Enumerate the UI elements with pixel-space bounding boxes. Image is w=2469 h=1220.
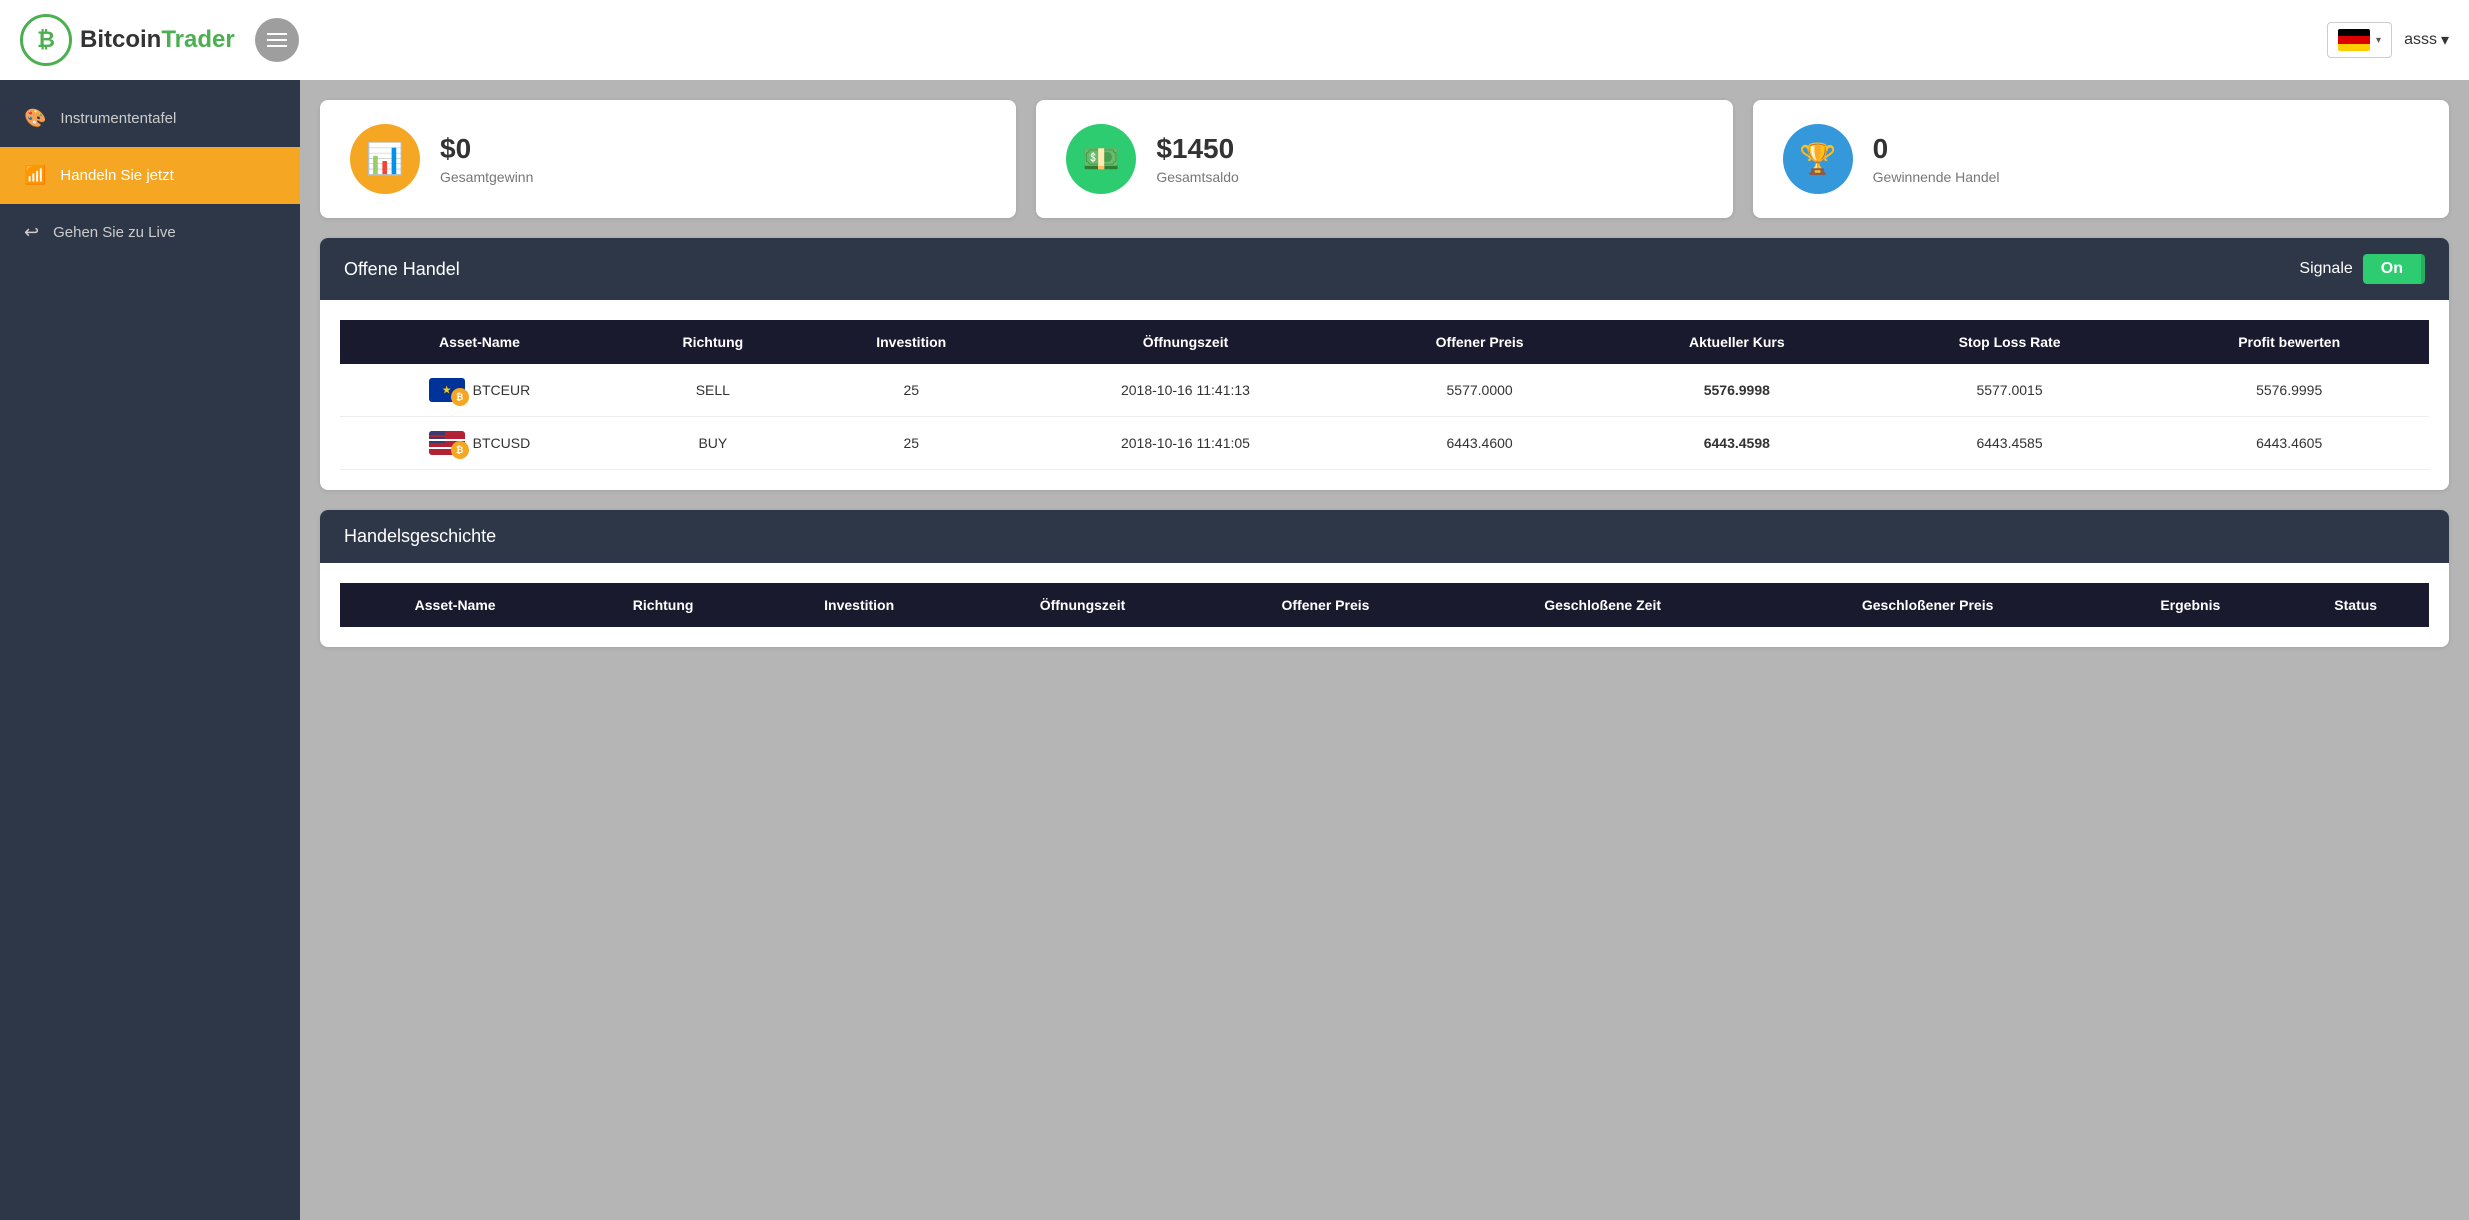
main-content: 📊 $0 Gesamtgewinn 💵 $1450 Gesamtsaldo 🏆 … [300,80,2469,1220]
cell-rate-btceur: 5576.9998 [1604,364,1870,417]
palette-icon: 🎨 [24,108,46,129]
stat-label-gesamtsaldo: Gesamtsaldo [1156,169,1238,185]
logo: ₿ BitcoinTrader [20,14,235,66]
open-trades-table: Asset-Name Richtung Investition Öffnungs… [340,320,2429,470]
sidebar-item-instrumententafel[interactable]: 🎨 Instrumententafel [0,90,300,147]
asset-name-btceur: BTCEUR [473,382,531,398]
sidebar-label-instrumententafel: Instrumententafel [60,110,176,127]
username: asss [2404,31,2437,49]
cell-openprice-btceur: 5577.0000 [1355,364,1604,417]
signals-label: Signale [2299,260,2352,278]
cell-inv-btcusd: 25 [807,417,1016,470]
col-stop-loss: Stop Loss Rate [1870,320,2150,364]
sidebar-label-live: Gehen Sie zu Live [53,224,176,241]
open-trades-table-container: Asset-Name Richtung Investition Öffnungs… [320,300,2449,490]
stat-label-gewinnende: Gewinnende Handel [1873,169,2000,185]
col-richtung: Richtung [619,320,807,364]
hist-col-richtung: Richtung [570,583,756,627]
stat-info-gesamtgewinn: $0 Gesamtgewinn [440,133,533,185]
stats-icon-gewinnende: 🏆 [1783,124,1853,194]
trade-history-title: Handelsgeschichte [344,526,496,547]
wifi-icon: 📶 [24,165,46,186]
hist-col-asset: Asset-Name [340,583,570,627]
stat-card-gesamtgewinn: 📊 $0 Gesamtgewinn [320,100,1016,218]
hist-col-status: Status [2282,583,2429,627]
table-row: ★ ₿ BTCEUR SELL 25 2018-10-16 11:41:13 [340,364,2429,417]
header: ₿ BitcoinTrader ▾ asss ▾ [0,0,2469,80]
app-body: 🎨 Instrumententafel 📶 Handeln Sie jetzt … [0,80,2469,1220]
table-row: ₿ BTCUSD BUY 25 2018-10-16 11:41:05 6443… [340,417,2429,470]
stat-value-gewinnende: 0 [1873,133,2000,165]
sidebar-item-handeln[interactable]: 📶 Handeln Sie jetzt [0,147,300,204]
cell-stoploss-btceur: 5577.0015 [1870,364,2150,417]
cell-time-btcusd: 2018-10-16 11:41:05 [1016,417,1356,470]
lang-chevron-icon: ▾ [2376,35,2381,46]
open-trades-header-row: Asset-Name Richtung Investition Öffnungs… [340,320,2429,364]
cell-asset-btcusd: ₿ BTCUSD [340,417,619,470]
user-chevron-icon: ▾ [2441,30,2449,50]
stat-card-gewinnende: 🏆 0 Gewinnende Handel [1753,100,2449,218]
trade-history-thead: Asset-Name Richtung Investition Öffnungs… [340,583,2429,627]
asset-name-btcusd: BTCUSD [473,435,531,451]
col-investition: Investition [807,320,1016,364]
cell-stoploss-btcusd: 6443.4585 [1870,417,2150,470]
cell-rate-btcusd: 6443.4598 [1604,417,1870,470]
cell-profit-btcusd: 6443.4605 [2149,417,2429,470]
col-offener-preis: Offener Preis [1355,320,1604,364]
trade-history-table-container: Asset-Name Richtung Investition Öffnungs… [320,563,2449,647]
stats-icon-gesamtsaldo: 💵 [1066,124,1136,194]
open-trades-title: Offene Handel [344,259,460,280]
cell-asset-btceur: ★ ₿ BTCEUR [340,364,619,417]
trade-history-table: Asset-Name Richtung Investition Öffnungs… [340,583,2429,627]
cell-openprice-btcusd: 6443.4600 [1355,417,1604,470]
col-aktueller-kurs: Aktueller Kurs [1604,320,1870,364]
open-trades-tbody: ★ ₿ BTCEUR SELL 25 2018-10-16 11:41:13 [340,364,2429,470]
open-trades-header: Offene Handel Signale On [320,238,2449,300]
stats-row: 📊 $0 Gesamtgewinn 💵 $1450 Gesamtsaldo 🏆 … [320,100,2449,218]
logo-text: BitcoinTrader [80,26,235,54]
sidebar-item-live[interactable]: ↩ Gehen Sie zu Live [0,204,300,261]
col-asset-name: Asset-Name [340,320,619,364]
flag-icon [2338,29,2370,51]
open-trades-thead: Asset-Name Richtung Investition Öffnungs… [340,320,2429,364]
cell-time-btceur: 2018-10-16 11:41:13 [1016,364,1356,417]
stat-info-gesamtsaldo: $1450 Gesamtsaldo [1156,133,1238,185]
col-profit: Profit bewerten [2149,320,2429,364]
stat-value-gesamtgewinn: $0 [440,133,533,165]
sidebar: 🎨 Instrumententafel 📶 Handeln Sie jetzt … [0,80,300,1220]
stat-label-gesamtgewinn: Gesamtgewinn [440,169,533,185]
cell-profit-btceur: 5576.9995 [2149,364,2429,417]
user-menu[interactable]: asss ▾ [2404,30,2449,50]
hist-col-ergebnis: Ergebnis [2098,583,2282,627]
stat-card-gesamtsaldo: 💵 $1450 Gesamtsaldo [1036,100,1732,218]
language-selector[interactable]: ▾ [2327,22,2392,58]
hist-col-geschlossener-preis: Geschloßener Preis [1757,583,2098,627]
logo-icon: ₿ [20,14,72,66]
cell-inv-btceur: 25 [807,364,1016,417]
signals-toggle: Signale On [2299,254,2425,284]
open-trades-panel: Offene Handel Signale On Asset-Name Rich… [320,238,2449,490]
trade-history-header-row: Asset-Name Richtung Investition Öffnungs… [340,583,2429,627]
stat-value-gesamtsaldo: $1450 [1156,133,1238,165]
hist-col-geschlossene-zeit: Geschloßene Zeit [1448,583,1757,627]
hist-col-offener-preis: Offener Preis [1203,583,1449,627]
cell-dir-btceur: SELL [619,364,807,417]
trade-history-header: Handelsgeschichte [320,510,2449,563]
hist-col-oeffnungszeit: Öffnungszeit [962,583,1202,627]
trade-history-panel: Handelsgeschichte Asset-Name Richtung In… [320,510,2449,647]
stats-icon-gesamtgewinn: 📊 [350,124,420,194]
header-right: ▾ asss ▾ [2327,22,2449,58]
stat-info-gewinnende: 0 Gewinnende Handel [1873,133,2000,185]
cell-dir-btcusd: BUY [619,417,807,470]
sidebar-label-handeln: Handeln Sie jetzt [60,167,173,184]
menu-button[interactable] [255,18,299,62]
signals-toggle-button[interactable]: On [2363,254,2425,284]
back-icon: ↩ [24,222,39,243]
col-oeffnungszeit: Öffnungszeit [1016,320,1356,364]
hist-col-investition: Investition [756,583,962,627]
